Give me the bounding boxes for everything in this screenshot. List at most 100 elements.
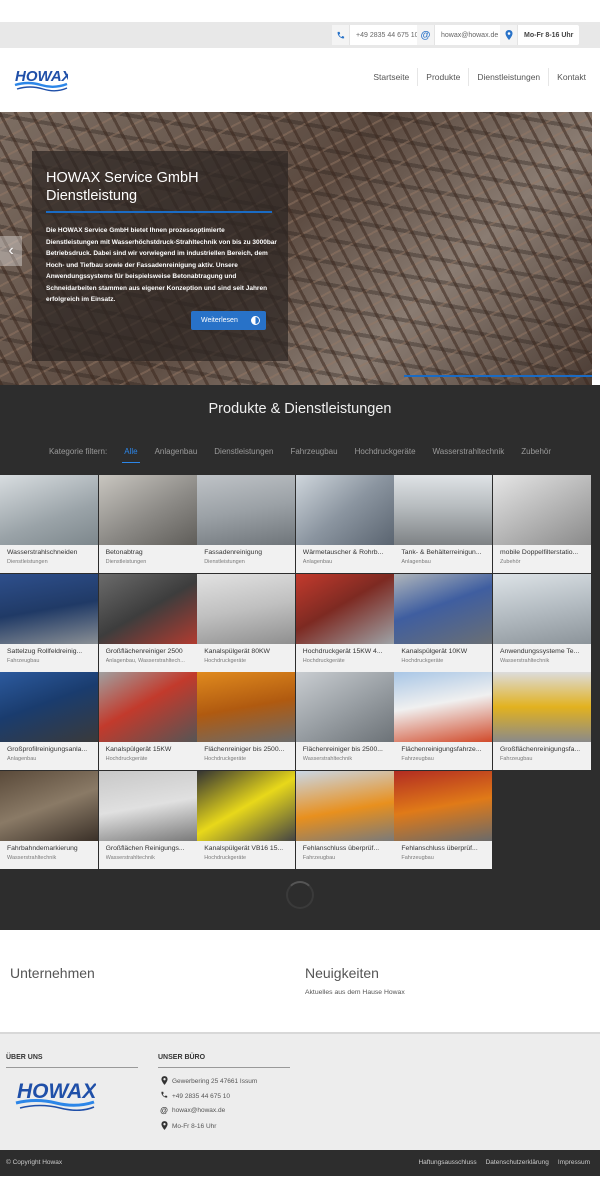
contact-phone[interactable]: +49 2835 44 675 10 — [332, 25, 425, 45]
top-spacer — [0, 0, 600, 22]
product-category: Hochdruckgeräte — [302, 657, 345, 664]
filter-dienstleistungen[interactable]: Dienstleistungen — [206, 447, 282, 456]
product-tile[interactable]: Betonabtrag Dienstleistungen — [98, 475, 197, 573]
product-tile[interactable]: Großflächen Reinigungs... Wasserstrahltec… — [98, 770, 197, 869]
product-tile[interactable]: Kanalspülgerät 15KW Hochdruckgeräte — [98, 672, 197, 771]
product-tile[interactable]: Fehlanschluss überprüf... Fahrzeugbau — [295, 770, 394, 869]
product-tile[interactable]: Kanalspülgerät VB16 15... Hochdruckgeräte — [197, 770, 296, 869]
read-more-button[interactable]: Weiterlesen — [191, 311, 266, 330]
products-title: Produkte & Dienstleistungen — [208, 401, 392, 417]
at-icon: @ — [417, 25, 435, 45]
legal-links: Haftungsausschluss Datenschutzerklärung … — [409, 1159, 590, 1166]
product-tile[interactable]: Fassadenreinigung Dienstleistungen — [197, 475, 296, 573]
product-image — [197, 475, 296, 545]
filter-label: Kategorie filtern: — [48, 447, 108, 456]
product-caption: Sattelzug Rollfeldreinig... Fahrzeugbau — [0, 643, 98, 672]
footer-about-heading: ÜBER UNS — [6, 1054, 43, 1061]
product-category: Hochdruckgeräte — [401, 657, 444, 664]
product-tile[interactable]: Anwendungssysteme Te... Wasserstrahltechn… — [493, 573, 591, 672]
product-name: Betonabtrag — [105, 549, 143, 556]
product-image — [493, 475, 591, 545]
product-tile[interactable]: Großflächenreiniger 2500 Anlagenbau, Wass… — [98, 573, 197, 672]
product-tile[interactable]: Hochdruckgerät 15KW 4... Hochdruckgeräte — [295, 573, 394, 672]
hero-text: Die HOWAX Service GmbH bietet Ihnen proz… — [46, 227, 277, 303]
product-caption: Großflächenreiniger 2500 Anlagenbau, Wass… — [98, 643, 197, 672]
product-caption: Hochdruckgerät 15KW 4... Hochdruckgeräte — [295, 643, 394, 672]
product-image — [0, 573, 98, 644]
link-haftungsausschluss[interactable]: Haftungsausschluss — [418, 1159, 476, 1166]
product-tile[interactable]: Flächenreiniger bis 2500... Wasserstrahlt… — [295, 672, 394, 771]
product-category: Hochdruckgeräte — [105, 756, 148, 763]
product-image — [98, 672, 197, 743]
product-tile[interactable]: Kanalspülgerät 80KW Hochdruckgeräte — [197, 573, 296, 672]
news-subtitle: Aktuelles aus dem Hause Howax — [305, 989, 405, 996]
filter-zubehoer[interactable]: Zubehör — [513, 447, 560, 456]
product-name: Flächenreiniger bis 2500... — [302, 746, 383, 754]
product-tile[interactable]: Wärmetauscher & Rohrb... Anlagenbau — [295, 475, 394, 573]
product-tile[interactable]: Großprofilreinigungsanla... Anlagenbau — [0, 672, 98, 771]
product-caption: Fahrbahndemarkierung Wasserstrahltechnik — [0, 840, 98, 869]
product-caption: mobile Doppelfilterstatio... Zubehör — [493, 545, 591, 573]
bottom-bar: © Copyright Howax Haftungsausschluss Dat… — [0, 1150, 600, 1176]
product-tile[interactable]: Wasserstrahlschneiden Dienstleistungen — [0, 475, 98, 573]
product-name: Fahrbahndemarkierung — [7, 844, 78, 852]
product-category: Fahrzeugbau — [500, 756, 533, 763]
product-tile[interactable]: Flächenreiniger bis 2500... Hochdruckgerä… — [197, 672, 296, 771]
filter-wasserstrahltechnik[interactable]: Wasserstrahltechnik — [424, 447, 513, 456]
nav-item-dienstleistungen[interactable]: Dienstleistungen — [468, 68, 548, 86]
footer-phone[interactable]: +49 2835 44 675 10 — [158, 1091, 230, 1101]
product-name: Großflächenreinigungsfa... — [500, 746, 581, 754]
product-image — [295, 475, 394, 545]
product-category: Dienstleistungen — [105, 559, 147, 565]
product-tile[interactable]: Großflächenreinigungsfa... Fahrzeugbau — [493, 672, 591, 771]
product-category: Fahrzeugbau — [302, 854, 336, 861]
link-datenschutz[interactable]: Datenschutzerklärung — [486, 1159, 549, 1166]
product-category: Wasserstrahltechnik — [105, 854, 155, 861]
product-name: mobile Doppelfilterstatio... — [500, 549, 579, 556]
product-category: Wasserstrahltechnik — [302, 756, 353, 763]
location-pin-icon — [158, 1076, 170, 1087]
product-caption: Großprofilreinigungsanla... Anlagenbau — [0, 742, 98, 771]
filter-hochdruckgeraete[interactable]: Hochdruckgeräte — [346, 447, 424, 456]
contact-email[interactable]: @ howax@howax.de — [417, 25, 505, 45]
product-caption: Flächenreiniger bis 2500... Hochdruckgerä… — [197, 742, 296, 771]
nav-item-startseite[interactable]: Startseite — [365, 68, 417, 86]
link-impressum[interactable]: Impressum — [558, 1159, 590, 1166]
footer-howax-logo[interactable]: HOWAX — [14, 1077, 98, 1112]
product-tile[interactable]: Fahrbahndemarkierung Wasserstrahltechnik — [0, 770, 98, 869]
filter-fahrzeugbau[interactable]: Fahrzeugbau — [282, 447, 346, 456]
product-tile[interactable]: mobile Doppelfilterstatio... Zubehör — [493, 475, 591, 573]
filter-anlagenbau[interactable]: Anlagenbau — [146, 447, 206, 456]
product-image — [394, 672, 493, 743]
slider-prev-button[interactable]: ‹ — [0, 236, 22, 266]
product-category: Dienstleistungen — [7, 559, 48, 565]
product-tile[interactable]: Sattelzug Rollfeldreinig... Fahrzeugbau — [0, 573, 98, 672]
product-image — [98, 770, 197, 841]
product-tile[interactable]: Tank- & Behälterreinigun... Anlagenbau — [394, 475, 493, 573]
chevron-left-icon: ‹ — [8, 242, 14, 259]
product-name: Flächenreiniger bis 2500... — [204, 746, 285, 754]
product-tile[interactable]: Kanalspülgerät 10KW Hochdruckgeräte — [394, 573, 493, 672]
product-image — [98, 475, 197, 545]
footer-email-text: howax@howax.de — [172, 1107, 226, 1114]
product-name: Fehlanschluss überprüf... — [401, 844, 478, 852]
product-name: Sattelzug Rollfeldreinig... — [7, 647, 83, 655]
product-tile[interactable]: Flächenreinigungsfahrze... Fahrzeugbau — [394, 672, 493, 771]
contact-hours-text: Mo-Fr 8-16 Uhr — [524, 31, 574, 39]
product-caption: Anwendungssysteme Te... Wasserstrahltechn… — [493, 643, 591, 672]
product-image — [493, 672, 591, 743]
filter-alle[interactable]: Alle — [116, 447, 146, 463]
footer-office-heading: UNSER BÜRO — [158, 1054, 206, 1061]
nav-item-kontakt[interactable]: Kontakt — [548, 68, 594, 86]
contact-phone-text: +49 2835 44 675 10 — [356, 31, 419, 39]
contact-bar: +49 2835 44 675 10 @ howax@howax.de Mo-F… — [0, 22, 600, 48]
product-caption: Fassadenreinigung Dienstleistungen — [197, 545, 296, 573]
product-caption: Kanalspülgerät 15KW Hochdruckgeräte — [98, 742, 197, 771]
product-tile[interactable]: Fehlanschluss überprüf... Fahrzeugbau — [394, 770, 493, 869]
product-image — [197, 573, 296, 644]
location-pin-icon — [500, 25, 518, 45]
nav-item-produkte[interactable]: Produkte — [417, 68, 468, 86]
products-section: Produkte & Dienstleistungen Kategorie fi… — [0, 385, 600, 930]
howax-logo[interactable]: HOWAX — [14, 64, 73, 92]
footer-email[interactable]: @ howax@howax.de — [158, 1106, 225, 1115]
